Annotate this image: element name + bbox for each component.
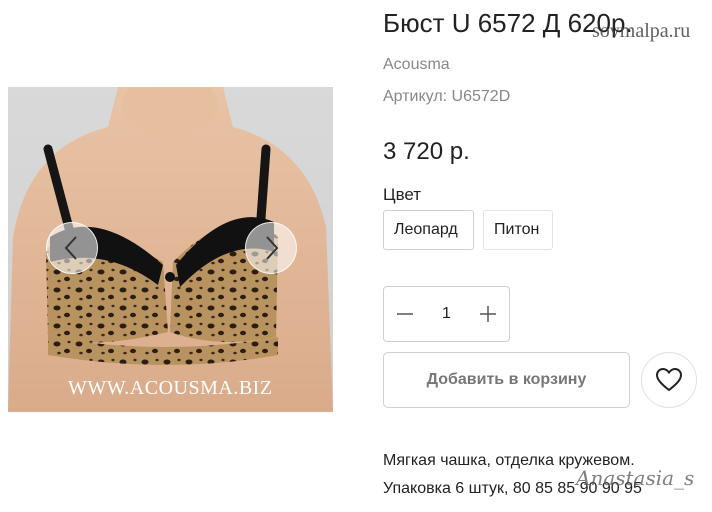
site-watermark: sovmalpa.ru xyxy=(592,20,691,42)
favorite-button[interactable] xyxy=(641,352,697,408)
minus-icon xyxy=(397,313,413,315)
image-watermark-text: WWW.ACOUSMA.BIZ xyxy=(68,377,273,399)
quantity-decrement-button[interactable] xyxy=(384,287,426,341)
chevron-left-icon xyxy=(64,236,77,260)
heart-icon xyxy=(656,368,682,392)
plus-icon xyxy=(480,306,496,322)
quantity-stepper: 1 xyxy=(383,286,510,342)
chevron-right-icon xyxy=(266,236,279,260)
sku-label: Артикул: xyxy=(383,88,448,105)
add-to-cart-button[interactable]: Добавить в корзину xyxy=(383,352,630,408)
sku-row: Артикул: U6572D xyxy=(383,88,510,106)
gallery-next-button[interactable] xyxy=(245,222,297,274)
signature-watermark: Anastasia_s xyxy=(576,466,695,490)
product-price: 3 720 р. xyxy=(383,138,470,165)
quantity-increment-button[interactable] xyxy=(467,287,509,341)
quantity-value[interactable]: 1 xyxy=(426,305,467,323)
brand-name[interactable]: Acousma xyxy=(383,56,450,74)
sku-value: U6572D xyxy=(451,88,511,105)
color-option-leopard[interactable]: Леопард xyxy=(383,210,474,250)
color-label: Цвет xyxy=(383,185,422,204)
gallery-prev-button[interactable] xyxy=(46,222,98,274)
color-option-python[interactable]: Питон xyxy=(483,210,553,250)
